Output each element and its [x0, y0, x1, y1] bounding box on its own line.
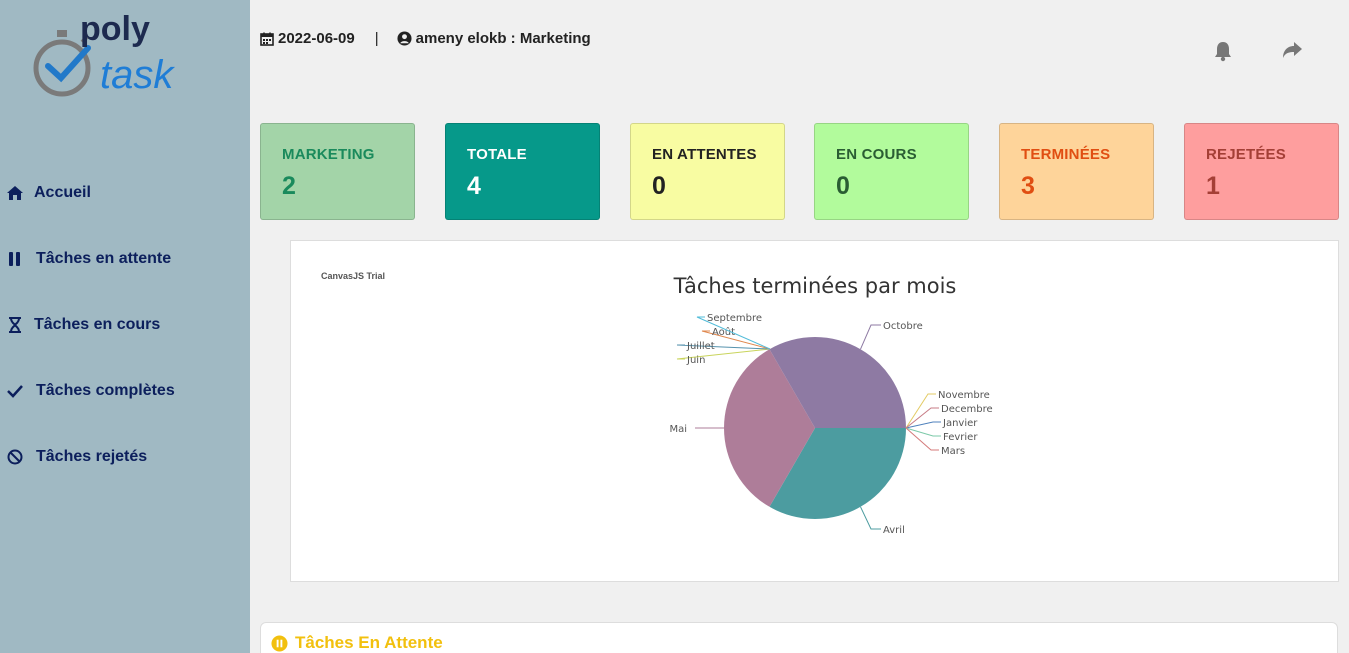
stat-label: REJETÉES	[1206, 146, 1286, 163]
user-circle-icon	[397, 31, 412, 46]
sidebar-item-label: Tâches complètes	[36, 382, 175, 399]
sidebar-item-accueil[interactable]: Accueil	[0, 160, 250, 226]
pie-label-octobre: Octobre	[883, 321, 923, 332]
pie-connector-novembre	[905, 393, 936, 429]
home-icon	[6, 184, 24, 202]
stat-value: 0	[836, 172, 850, 200]
calendar-icon	[260, 32, 274, 46]
pie-connector-mars	[905, 427, 939, 451]
pie-label-mai: Mai	[669, 424, 687, 435]
sidebar-nav: Accueil Tâches en attente Tâches en cour…	[0, 160, 250, 490]
pie-connector-avril	[860, 506, 881, 530]
check-icon	[6, 382, 24, 400]
pie-label-janvier: Janvier	[942, 418, 978, 429]
sidebar-item-taches-completes[interactable]: Tâches complètes	[0, 358, 250, 424]
stat-label: TOTALE	[467, 146, 527, 163]
stat-card-termin-es[interactable]: TERMINÉES 3	[999, 123, 1154, 220]
pie-label-juillet: Juillet	[686, 341, 715, 352]
sidebar: poly task Accueil Tâches en attente Tâch…	[0, 0, 250, 653]
pie-connector-decembre	[905, 407, 939, 429]
header-separator: |	[374, 30, 379, 47]
user-info: ameny elokb : Marketing	[415, 30, 591, 47]
sidebar-item-taches-rejetes[interactable]: Tâches rejetés	[0, 424, 250, 490]
pending-tasks-title: Tâches En Attente	[271, 633, 443, 653]
pie-label-novembre: Novembre	[938, 390, 990, 401]
sidebar-item-label: Tâches en cours	[34, 316, 161, 333]
sidebar-item-label: Accueil	[34, 184, 91, 201]
chart-panel: CanvasJS Trial Tâches terminées par mois…	[290, 240, 1339, 582]
bell-icon[interactable]	[1213, 40, 1233, 62]
stat-value: 3	[1021, 172, 1035, 200]
svg-text:task: task	[100, 53, 175, 97]
chart-watermark: CanvasJS Trial	[321, 271, 385, 281]
stat-label: EN ATTENTES	[652, 146, 757, 163]
sidebar-item-taches-en-cours[interactable]: Tâches en cours	[0, 292, 250, 358]
header-info: 2022-06-09 | ameny elokb : Marketing	[260, 30, 591, 47]
stat-value: 2	[282, 172, 296, 200]
sidebar-item-label: Tâches rejetés	[36, 448, 148, 465]
svg-text:poly: poly	[80, 10, 150, 48]
stat-value: 4	[467, 172, 481, 200]
stat-label: EN COURS	[836, 146, 917, 163]
pause-icon	[6, 250, 24, 268]
sidebar-item-label: Tâches en attente	[36, 250, 172, 267]
pie-label-mars: Mars	[941, 446, 965, 457]
share-icon[interactable]	[1281, 40, 1303, 62]
chart-title: Tâches terminées par mois	[673, 274, 957, 298]
pie-label-septembre: Septembre	[707, 313, 762, 324]
stat-card-en-attentes[interactable]: EN ATTENTES 0	[630, 123, 785, 220]
stat-card-marketing[interactable]: MARKETING 2	[260, 123, 415, 220]
stat-value: 0	[652, 172, 666, 200]
pending-tasks-panel: Tâches En Attente	[260, 622, 1338, 653]
pie-label-fevrier: Fevrier	[943, 432, 978, 443]
header-actions	[1213, 40, 1303, 62]
pie-label-juin: Juin	[686, 355, 705, 366]
pause-circle-icon	[271, 634, 288, 652]
stat-label: TERMINÉES	[1021, 146, 1111, 163]
pie-connector-janvier	[905, 421, 941, 429]
pie-chart: CanvasJS Trial Tâches terminées par mois…	[321, 271, 993, 536]
stat-card-rejet-es[interactable]: REJETÉES 1	[1184, 123, 1339, 220]
hourglass-icon	[6, 316, 24, 334]
stat-label: MARKETING	[282, 146, 375, 163]
pie-connector-octobre	[860, 324, 881, 350]
ban-icon	[6, 448, 24, 466]
polytask-logo[interactable]: poly task	[30, 8, 210, 103]
sidebar-item-taches-en-attente[interactable]: Tâches en attente	[0, 226, 250, 292]
current-date: 2022-06-09	[278, 30, 355, 47]
pending-tasks-label: Tâches En Attente	[295, 633, 443, 652]
stat-card-totale[interactable]: TOTALE 4	[445, 123, 600, 220]
stat-card-en-cours[interactable]: EN COURS 0	[814, 123, 969, 220]
pie-label-avril: Avril	[883, 525, 905, 536]
stat-value: 1	[1206, 172, 1220, 200]
pie-label-decembre: Decembre	[941, 404, 993, 415]
